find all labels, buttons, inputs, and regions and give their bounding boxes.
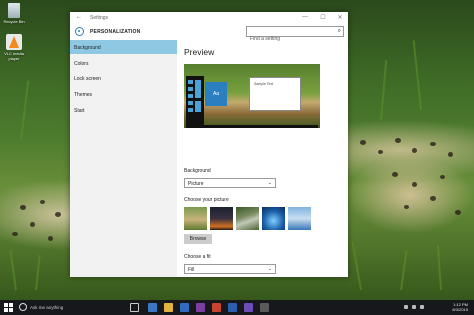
preview-tile-text: Aa xyxy=(212,91,220,97)
desktop-icon-label: VLC media player xyxy=(4,51,24,61)
settings-window: ← Settings — ☐ ✕ PERSONALIZATION ⌕ Backg… xyxy=(70,12,348,277)
section-title: PERSONALIZATION xyxy=(90,29,141,35)
preview-tile xyxy=(188,80,193,84)
preview-tile xyxy=(188,94,193,98)
sidebar-item-label: Colors xyxy=(74,61,89,67)
picture-thumbnail-2[interactable] xyxy=(210,207,233,230)
background-dropdown-value: Picture xyxy=(188,181,204,187)
task-view-icon[interactable] xyxy=(130,303,139,312)
cortana-icon[interactable] xyxy=(19,303,27,311)
title-bar: ← Settings — ☐ ✕ xyxy=(70,12,348,24)
tray-volume-icon[interactable] xyxy=(412,305,416,309)
window-title: Settings xyxy=(90,15,109,21)
start-button[interactable] xyxy=(4,303,13,312)
sidebar-item-start[interactable]: Start xyxy=(70,103,177,117)
chevron-down-icon: ⌄ xyxy=(267,266,272,272)
desktop-icon-recycle-bin[interactable]: Recycle Bin xyxy=(0,3,28,24)
background-preview: Aa Sample Text xyxy=(184,64,320,128)
preview-sample-text: Sample Text xyxy=(254,82,274,86)
maximize-button[interactable]: ☐ xyxy=(318,14,328,21)
background-dropdown[interactable]: Picture ⌄ xyxy=(184,178,276,188)
preview-sample-window: Sample Text xyxy=(249,77,301,111)
sidebar-item-background[interactable]: Background xyxy=(70,40,177,54)
tray-network-icon[interactable] xyxy=(404,305,408,309)
vlc-icon xyxy=(6,34,22,50)
preview-taskbar xyxy=(186,125,318,128)
settings-taskbar-icon[interactable] xyxy=(260,303,269,312)
preview-heading: Preview xyxy=(184,47,215,57)
powerpoint-icon[interactable] xyxy=(212,303,221,312)
preview-accent-tile: Aa xyxy=(205,82,227,106)
picture-thumbnail-1[interactable] xyxy=(184,207,207,230)
taskbar: Ask me anything 1:12 PM 8/3/2015 xyxy=(0,300,474,315)
choose-picture-label: Choose your picture xyxy=(184,197,229,203)
preview-tile xyxy=(188,87,193,91)
desktop-icon-vlc[interactable]: VLC media player xyxy=(0,34,28,61)
back-arrow-icon[interactable]: ← xyxy=(76,14,82,20)
content-pane: Preview Aa Sample Text Background Pictur… xyxy=(177,40,348,277)
browse-button[interactable]: Browse xyxy=(184,234,212,244)
tray-battery-icon[interactable] xyxy=(420,305,424,309)
word-icon[interactable] xyxy=(228,303,237,312)
preview-tile xyxy=(195,80,201,98)
fit-dropdown-value: Fill xyxy=(188,267,195,273)
chevron-down-icon: ⌄ xyxy=(267,180,272,186)
sidebar-item-label: Themes xyxy=(74,92,93,98)
fit-dropdown[interactable]: Fill ⌄ xyxy=(184,264,276,274)
clock-date: 8/3/2015 xyxy=(452,307,468,312)
recycle-bin-icon xyxy=(8,3,20,18)
visual-studio-icon[interactable] xyxy=(244,303,253,312)
picture-thumbnail-3[interactable] xyxy=(236,207,259,230)
picture-thumbnail-5[interactable] xyxy=(288,207,311,230)
preview-tile xyxy=(188,101,193,105)
preview-tile xyxy=(188,108,193,112)
background-label: Background xyxy=(184,168,211,174)
gear-icon xyxy=(75,27,84,36)
fit-label: Choose a fit xyxy=(184,254,211,260)
store-icon[interactable] xyxy=(180,303,189,312)
sidebar-item-colors[interactable]: Colors xyxy=(70,56,177,70)
sidebar-item-lock-screen[interactable]: Lock screen xyxy=(70,71,177,85)
sidebar-item-themes[interactable]: Themes xyxy=(70,87,177,101)
search-box[interactable]: ⌕ xyxy=(246,26,344,44)
search-icon[interactable]: ⌕ xyxy=(338,28,341,35)
taskbar-clock[interactable]: 1:12 PM 8/3/2015 xyxy=(452,302,468,312)
file-explorer-icon[interactable] xyxy=(164,303,173,312)
sidebar-item-label: Background xyxy=(74,45,101,51)
desktop-icon-label: Recycle Bin xyxy=(3,19,25,24)
onenote-icon[interactable] xyxy=(196,303,205,312)
sidebar-nav: Background Colors Lock screen Themes Sta… xyxy=(70,40,177,277)
edge-icon[interactable] xyxy=(148,303,157,312)
picture-thumbnail-4[interactable] xyxy=(262,207,285,230)
minimize-button[interactable]: — xyxy=(300,14,310,20)
taskbar-search[interactable]: Ask me anything xyxy=(30,305,63,310)
preview-tile xyxy=(195,101,201,112)
close-button[interactable]: ✕ xyxy=(335,14,345,21)
sidebar-item-label: Start xyxy=(74,108,85,114)
sidebar-item-label: Lock screen xyxy=(74,76,101,82)
